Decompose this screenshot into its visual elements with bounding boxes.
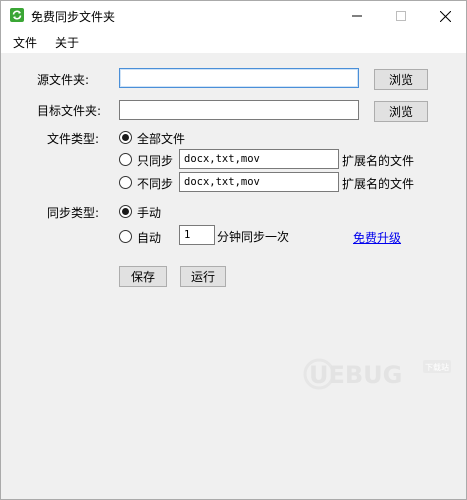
no-sync-suffix: 扩展名的文件 [342,177,415,191]
menu-bar: 文件 关于 [1,31,466,53]
target-folder-label: 目标文件夹: [37,104,102,118]
only-sync-suffix: 扩展名的文件 [342,154,415,168]
radio-auto[interactable] [119,230,132,243]
auto-label[interactable]: 自动 [137,229,161,246]
only-sync-label[interactable]: 只同步 [137,152,173,169]
interval-suffix: 分钟同步一次 [217,230,290,244]
radio-manual[interactable] [119,205,132,218]
only-sync-ext-value: docx,txt,mov [184,153,260,165]
app-window: 免费同步文件夹 文件 关于 源文件夹: 浏览 目标文件夹: 浏览 文件类型: 全… [0,0,467,500]
interval-input[interactable]: 1 [179,225,215,245]
manual-label[interactable]: 手动 [137,204,161,221]
window-title: 免费同步文件夹 [31,10,116,24]
source-folder-input[interactable] [119,68,359,88]
run-button[interactable]: 运行 [180,266,226,287]
no-sync-label[interactable]: 不同步 [137,175,173,192]
svg-text:下载站: 下载站 [425,362,449,372]
maximize-button[interactable] [381,1,421,31]
minimize-icon [352,15,362,17]
minimize-button[interactable] [337,1,377,31]
interval-value: 1 [184,229,191,241]
close-button[interactable] [425,1,465,31]
free-upgrade-link[interactable]: 免费升级 [353,229,401,246]
sync-type-label: 同步类型: [47,206,100,220]
all-files-label[interactable]: 全部文件 [137,130,185,147]
no-sync-ext-value: docx,txt,mov [184,176,260,188]
title-bar: 免费同步文件夹 [1,1,466,31]
radio-all-files[interactable] [119,131,132,144]
save-button[interactable]: 保存 [119,266,167,287]
target-folder-input[interactable] [119,100,359,120]
uebug-watermark-logo: UEBUG 下载站 [303,358,451,390]
radio-only-sync[interactable] [119,153,132,166]
close-icon [439,10,451,22]
svg-text:UEBUG: UEBUG [309,361,402,389]
only-sync-ext-input[interactable]: docx,txt,mov [179,149,339,169]
menu-about[interactable]: 关于 [55,34,79,51]
source-folder-label: 源文件夹: [37,73,90,87]
target-browse-button[interactable]: 浏览 [374,101,428,122]
file-type-label: 文件类型: [47,132,100,146]
source-browse-button[interactable]: 浏览 [374,69,428,90]
no-sync-ext-input[interactable]: docx,txt,mov [179,172,339,192]
radio-no-sync[interactable] [119,176,132,189]
maximize-icon [396,11,406,21]
menu-file[interactable]: 文件 [13,34,37,51]
sync-app-icon [10,8,24,22]
